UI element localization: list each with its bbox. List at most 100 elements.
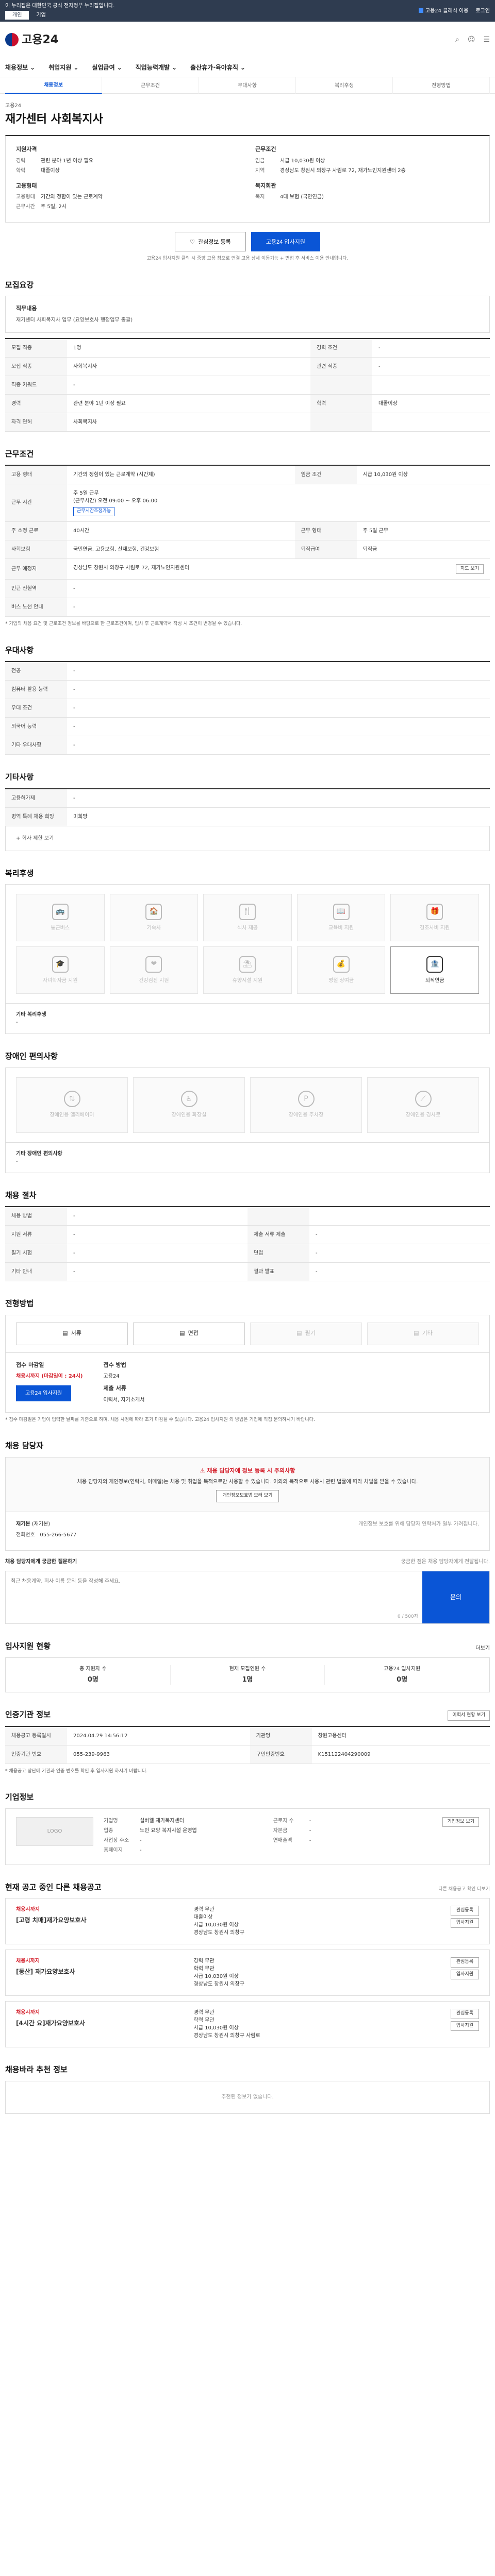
- inquiry-send-button[interactable]: 문의: [422, 1571, 489, 1623]
- table-value: 주 5일 근무: [356, 521, 490, 540]
- map-button[interactable]: 지도 보기: [456, 564, 484, 574]
- job-card-title[interactable]: [동산] 재가요양보호사: [16, 1967, 194, 1976]
- classic-link[interactable]: 고용24 클래식 이용: [418, 7, 468, 15]
- disability-grid: ⇅ 장애인용 엘리베이터 ♿ 장애인용 화장실 P 장애인용 주차장 ⟋ 장애인용 경사로: [5, 1067, 490, 1143]
- table-value: 시급 10,030원 이상: [356, 465, 490, 484]
- apply-button[interactable]: 입사지원: [450, 1918, 479, 1928]
- table-row: 채용공고 등록일시 2024.04.29 14:56:12 기관명 창원고용센터: [5, 1726, 490, 1745]
- tab-company[interactable]: 기업: [29, 11, 53, 20]
- section-tab[interactable]: 복리후생: [296, 77, 393, 94]
- table-value: 1명: [67, 338, 310, 358]
- method-value: 고용24: [103, 1374, 120, 1379]
- scrap-button[interactable]: ♡ 관심정보 등록: [175, 232, 246, 251]
- table-value: 055-239-9963: [67, 1745, 250, 1764]
- nav-item[interactable]: 실업급여 ⌄: [92, 63, 122, 72]
- job-card[interactable]: 채용시까지 [동산] 재가요양보호사 경력 무관 학력 무관 시급 10,030원 이상…: [5, 1950, 490, 1996]
- welfare-item: 🎁 경조사비 지원: [390, 894, 479, 941]
- apply-button[interactable]: 입사지원: [450, 2021, 479, 2031]
- method-label: 면접: [188, 1330, 199, 1337]
- status-label: 총 지원자 수: [79, 1666, 107, 1672]
- table-key: 버스 노선 안내: [5, 598, 67, 617]
- job-card[interactable]: 채용시까지 [고령 치매]재가요양보호사 경력 무관 대졸이상 시급 10,030원 이…: [5, 1898, 490, 1944]
- table-row: 기타 우대사항 -: [5, 736, 490, 755]
- scrap-button[interactable]: 관심등록: [450, 2009, 479, 2019]
- apply-button[interactable]: 입사지원: [450, 1969, 479, 1979]
- table-row: 사회보험 국민연금, 고용보험, 산재보험, 건강보험 퇴직급여 퇴직금: [5, 540, 490, 559]
- doc-icon: ▤: [179, 1330, 185, 1337]
- inquiry-input[interactable]: [6, 1571, 422, 1621]
- summary-title: 근무조건: [255, 146, 276, 152]
- job-condition: 학력 무관: [193, 1966, 214, 1972]
- etc-more[interactable]: + 회사 제한 보기: [5, 826, 490, 851]
- nav-item[interactable]: 취업지원 ⌄: [48, 63, 78, 72]
- login-link[interactable]: 로그인: [475, 7, 490, 15]
- table-value: 대졸이상: [372, 394, 490, 413]
- process-table: 채용 방법 - 지원 서류 - 제출 서류 제출 - 필기 시험 - 면접 - 기타 안내 - 결과 발…: [5, 1206, 490, 1281]
- table-row: 기타 안내 - 결과 발표 -: [5, 1262, 490, 1281]
- warning-text: 채용 담당자의 개인정보(연락처, 이메일)는 채용 및 취업을 목적으로만 사…: [77, 1479, 418, 1485]
- table-key: 제출 서류 제출: [248, 1225, 309, 1244]
- resume-status-button[interactable]: 이력서 현황 보기: [448, 1710, 490, 1721]
- table-value: -: [67, 1225, 248, 1244]
- user-icon[interactable]: ☺: [468, 35, 475, 45]
- section-tabs: 채용정보 근무조건 우대사항 복리후생 전형방법: [0, 77, 495, 94]
- table-row: 자격 면허 사회복지사: [5, 413, 490, 432]
- table-key: 우대 조건: [5, 699, 67, 718]
- table-key: 경력 조건: [310, 338, 372, 358]
- inquiry-title: 채용 담당자에게 궁금한 질문하기: [5, 1558, 77, 1565]
- welfare-label: 통근버스: [51, 925, 70, 931]
- contact-warning: ⚠ 채용 담당자에 정보 등록 시 주의사항 채용 담당자의 개인정보(연락처,…: [5, 1456, 490, 1512]
- status-label: 현재 모집인원 수: [229, 1666, 266, 1672]
- tab-personal[interactable]: 개인: [5, 11, 29, 20]
- welfare-item: ❤ 건강검진 지원: [109, 946, 199, 994]
- welfare-item: 🚌 통근버스: [16, 894, 105, 941]
- nav-item-label: 실업급여: [92, 64, 115, 71]
- status-more-link[interactable]: 더보기: [475, 1645, 490, 1652]
- table-row: 직종 키워드 -: [5, 376, 490, 395]
- table-value: [372, 413, 490, 432]
- chevron-down-icon: ⌄: [171, 64, 177, 71]
- table-value: -: [67, 598, 490, 617]
- job-card-title[interactable]: [고령 치매]재가요양보호사: [16, 1916, 194, 1925]
- apply-button[interactable]: 고용24 입사지원: [251, 232, 320, 251]
- section-tab[interactable]: 전형방법: [393, 77, 490, 94]
- jobs-more-link[interactable]: 다른 채용공고 확인 더보기: [438, 1886, 490, 1893]
- table-row: 주 소정 근로 40시간 근무 형태 주 5일 근무: [5, 521, 490, 540]
- table-key: 지원 서류: [5, 1225, 67, 1244]
- nav-item[interactable]: 출산휴가·육아휴직 ⌄: [190, 63, 245, 72]
- scrap-button[interactable]: 관심등록: [450, 1957, 479, 1968]
- section-tab[interactable]: 근무조건: [102, 77, 199, 94]
- method-item: ▤ 기타: [367, 1322, 479, 1345]
- table-key: 필기 시험: [5, 1244, 67, 1263]
- apply-button-2[interactable]: 고용24 입사지원: [16, 1385, 72, 1401]
- company-info-button[interactable]: 기업정보 보기: [442, 1817, 480, 1827]
- table-value: 기간의 정함이 있는 근로계약 (시간제): [67, 465, 295, 484]
- chevron-down-icon: ⌄: [73, 64, 79, 71]
- nav-item[interactable]: 채용정보 ⌄: [5, 63, 35, 72]
- disability-item: ⇅ 장애인용 엘리베이터: [16, 1077, 128, 1133]
- menu-icon[interactable]: ☰: [483, 35, 490, 45]
- company-name: 고용24: [5, 103, 22, 109]
- section-tab[interactable]: 우대사항: [199, 77, 296, 94]
- table-key: 모집 직종: [5, 357, 67, 376]
- status-cell: 현재 모집인원 수 1명: [171, 1665, 325, 1685]
- table-value: -: [67, 717, 490, 736]
- inquiry-note: 궁금한 점은 채용 담당자에게 전달됩니다.: [401, 1558, 490, 1565]
- section-tab[interactable]: 채용정보: [5, 77, 102, 94]
- privacy-law-button[interactable]: 개인정보보호법 보러 보기: [216, 1490, 279, 1502]
- table-value: 국민연금, 고용보험, 산재보험, 건강보험: [67, 540, 295, 559]
- job-card[interactable]: 채용시까지 [4시간 요]재가요양보호사 경력 무관 학력 무관 시급 10,030원 …: [5, 2001, 490, 2047]
- nav-item[interactable]: 직업능력개발 ⌄: [136, 63, 177, 72]
- disability-icon: ⇅: [63, 1091, 80, 1107]
- table-key: 근무 형태: [294, 521, 357, 540]
- apply-info: 접수 마감일 채용시까지 (마감일이 : 24시) 고용24 입사지원 접수 방…: [5, 1352, 490, 1413]
- apply-notice: 고용24 입사지원 클릭 시 중앙 고용 창으로 연결 고용 상세 이동기능 +…: [146, 256, 349, 261]
- site-logo[interactable]: 고용24: [5, 31, 58, 48]
- table-row: 컴퓨터 활용 능력 -: [5, 680, 490, 699]
- doc-icon: ▤: [296, 1330, 302, 1337]
- job-card-title[interactable]: [4시간 요]재가요양보호사: [16, 2019, 194, 2028]
- job-deadline: 채용시까지: [16, 1907, 40, 1912]
- search-icon[interactable]: ⌕: [455, 35, 459, 45]
- scrap-button[interactable]: 관심등록: [450, 1906, 479, 1916]
- table-value: 사회복지사: [67, 413, 310, 432]
